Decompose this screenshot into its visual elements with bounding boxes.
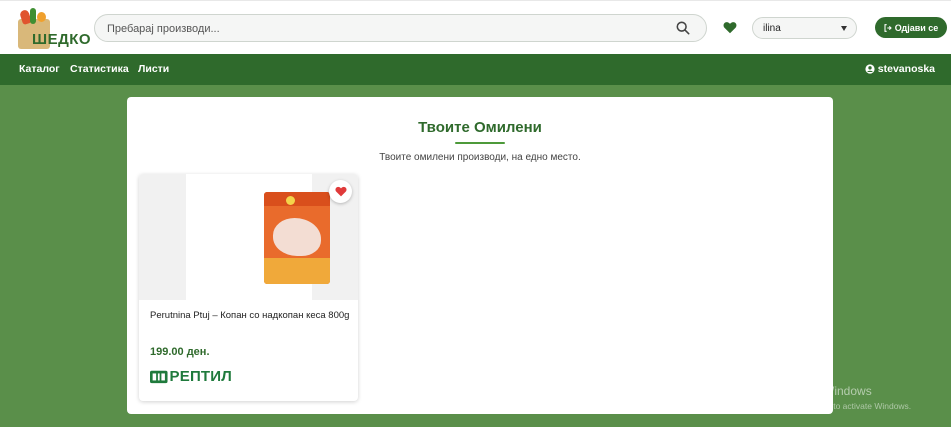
nav-item-lists[interactable]: Листи bbox=[138, 63, 169, 75]
user-menu[interactable]: stevanoska bbox=[865, 63, 935, 75]
product-package bbox=[264, 192, 330, 284]
product-card[interactable]: Perutnina Ptuj – Копан со надкопан кеса … bbox=[139, 174, 358, 401]
heart-icon bbox=[334, 186, 347, 197]
store-name: РЕПТИЛ bbox=[169, 367, 232, 385]
top-header: ШЕДКО ilina Одјави се bbox=[0, 0, 951, 54]
page-title: Твоите Омилени bbox=[418, 119, 542, 136]
logout-icon bbox=[884, 23, 892, 32]
nav-item-catalog[interactable]: Каталог bbox=[19, 63, 60, 75]
store-logo: РЕПТИЛ bbox=[150, 367, 232, 385]
remove-favorite-button[interactable] bbox=[329, 180, 352, 203]
chevron-down-icon bbox=[841, 26, 847, 31]
username: stevanoska bbox=[877, 63, 935, 75]
package-badge bbox=[286, 196, 295, 205]
nav-item-statistics[interactable]: Статистика bbox=[70, 63, 129, 75]
logo-text: ШЕДКО bbox=[32, 31, 92, 48]
main-nav: Каталог Статистика Листи stevanoska bbox=[0, 54, 951, 85]
product-price: 199.00 ден. bbox=[150, 346, 210, 358]
package-chicken bbox=[273, 218, 321, 256]
package-top bbox=[264, 192, 330, 206]
user-circle-icon bbox=[865, 64, 875, 74]
product-name[interactable]: Perutnina Ptuj – Копан со надкопан кеса … bbox=[150, 310, 355, 321]
store-logo-icon bbox=[150, 370, 168, 383]
search-input[interactable] bbox=[107, 20, 647, 37]
logo-fruit-icon bbox=[37, 12, 46, 22]
windows-watermark-title: Activate Windows bbox=[777, 384, 872, 398]
page-subtitle: Твоите омилени производи, на едно место. bbox=[379, 152, 581, 163]
title-underline bbox=[455, 142, 505, 144]
logo-leaf-icon bbox=[30, 8, 36, 24]
user-select-value: ilina bbox=[763, 23, 781, 34]
favorites-card: Твоите Омилени Твоите омилени производи,… bbox=[127, 97, 833, 414]
logout-label: Одјави се bbox=[894, 22, 939, 33]
search-bar bbox=[94, 14, 707, 42]
windows-watermark-subtitle: Go to Settings to activate Windows. bbox=[777, 401, 912, 411]
package-bottom bbox=[264, 258, 330, 284]
logout-button[interactable]: Одјави се bbox=[875, 17, 947, 38]
product-image-area bbox=[139, 174, 358, 300]
search-icon[interactable] bbox=[676, 21, 690, 35]
favorites-heart-icon[interactable] bbox=[723, 21, 737, 34]
user-select[interactable]: ilina bbox=[752, 17, 857, 39]
logo[interactable]: ШЕДКО bbox=[12, 7, 91, 49]
product-image[interactable] bbox=[186, 174, 330, 300]
